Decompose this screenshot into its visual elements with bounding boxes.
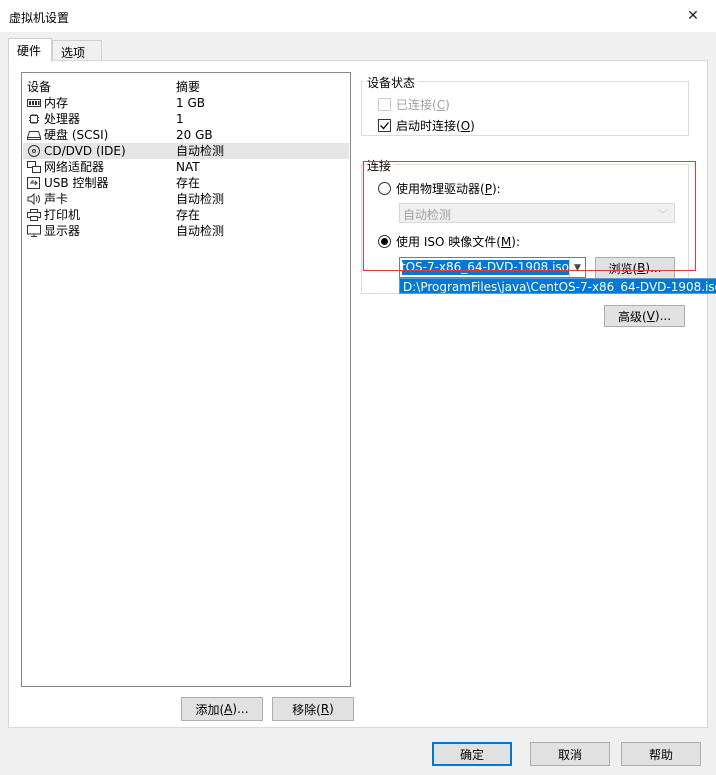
device-row-hard-disk[interactable]: 硬盘 (SCSI) 20 GB bbox=[23, 127, 349, 143]
printer-icon bbox=[27, 209, 41, 221]
remove-device-button[interactable]: 移除(R) bbox=[272, 697, 354, 721]
processor-icon bbox=[29, 114, 39, 124]
device-name: 打印机 bbox=[44, 208, 81, 222]
checkbox-checked bbox=[378, 119, 391, 132]
device-summary: 自动检测 bbox=[176, 192, 225, 206]
device-name: 声卡 bbox=[44, 192, 69, 206]
device-list-header: 设备 摘要 bbox=[23, 79, 349, 95]
device-summary: NAT bbox=[176, 160, 200, 174]
connected-checkbox: 已连接(C) bbox=[378, 96, 450, 113]
chevron-down-icon: ﹀ bbox=[658, 210, 668, 221]
use-iso-image-radio[interactable]: 使用 ISO 映像文件(M): bbox=[378, 233, 520, 250]
device-summary: 1 GB bbox=[176, 96, 205, 110]
sound-card-icon bbox=[27, 193, 40, 205]
close-icon[interactable]: ✕ bbox=[670, 0, 716, 32]
device-row-printer[interactable]: 打印机 存在 bbox=[23, 207, 349, 223]
check-mark-icon bbox=[380, 122, 389, 130]
use-physical-drive-radio[interactable]: 使用物理驱动器(P): bbox=[378, 180, 501, 197]
memory-icon bbox=[27, 99, 41, 107]
device-row-network-adapter[interactable]: 网络适配器 NAT bbox=[23, 159, 349, 175]
device-name: 内存 bbox=[44, 96, 69, 110]
device-name: 显示器 bbox=[44, 224, 81, 238]
browse-button[interactable]: 浏览(B)... bbox=[595, 257, 675, 279]
iso-path-combobox[interactable]: D:\ProgramFiles\java\CentOS-7-x86_64-DVD… bbox=[399, 257, 586, 278]
column-header-device[interactable]: 设备 bbox=[27, 79, 51, 95]
window-title: 虚拟机设置 bbox=[9, 11, 70, 25]
connect-at-power-on-checkbox[interactable]: 启动时连接(O) bbox=[378, 117, 475, 134]
device-name: 处理器 bbox=[44, 112, 81, 126]
checkbox-unchecked bbox=[378, 98, 391, 111]
device-list[interactable]: 设备 摘要 内存 1 GB 处理器 1 硬盘 (SCSI) 20 GB CD/D… bbox=[21, 72, 351, 687]
device-status-legend: 设备状态 bbox=[364, 74, 419, 91]
hard-disk-icon bbox=[27, 131, 41, 140]
device-row-display[interactable]: 显示器 自动检测 bbox=[23, 223, 349, 239]
radio-selected bbox=[378, 235, 391, 248]
column-header-summary[interactable]: 摘要 bbox=[176, 79, 200, 95]
device-summary: 存在 bbox=[176, 176, 201, 190]
device-row-sound-card[interactable]: 声卡 自动检测 bbox=[23, 191, 349, 207]
physical-drive-select: 自动检测 ﹀ bbox=[399, 203, 675, 223]
dropdown-arrow-icon[interactable]: ▼ bbox=[569, 258, 585, 277]
device-summary: 自动检测 bbox=[176, 224, 225, 238]
cd-dvd-icon bbox=[28, 145, 40, 157]
device-name: USB 控制器 bbox=[44, 176, 109, 190]
radio-unselected bbox=[378, 182, 391, 195]
iso-dropdown-item[interactable]: D:\ProgramFiles\java\CentOS-7-x86_64-DVD… bbox=[399, 278, 716, 294]
usb-controller-icon bbox=[27, 177, 40, 189]
title-bar: 虚拟机设置 ✕ bbox=[0, 0, 716, 32]
advanced-button[interactable]: 高级(V)... bbox=[604, 305, 685, 327]
add-device-button[interactable]: 添加(A)... bbox=[181, 697, 263, 721]
device-name: CD/DVD (IDE) bbox=[44, 144, 126, 158]
device-name: 硬盘 (SCSI) bbox=[44, 128, 109, 142]
tab-options[interactable]: 选项 bbox=[52, 40, 102, 62]
device-summary: 20 GB bbox=[176, 128, 213, 142]
device-row-memory[interactable]: 内存 1 GB bbox=[23, 95, 349, 111]
device-name: 网络适配器 bbox=[44, 160, 105, 174]
device-summary: 1 bbox=[176, 112, 184, 126]
device-summary: 存在 bbox=[176, 208, 201, 222]
device-row-processor[interactable]: 处理器 1 bbox=[23, 111, 349, 127]
device-summary: 自动检测 bbox=[176, 144, 225, 158]
tab-panel: 设备 摘要 内存 1 GB 处理器 1 硬盘 (SCSI) 20 GB CD/D… bbox=[8, 60, 716, 728]
tab-hardware[interactable]: 硬件 bbox=[8, 38, 52, 62]
device-row-usb-controller[interactable]: USB 控制器 存在 bbox=[23, 175, 349, 191]
cancel-button[interactable]: 取消 bbox=[530, 742, 610, 766]
connection-legend: 连接 bbox=[364, 157, 395, 174]
display-icon bbox=[27, 225, 41, 237]
help-button[interactable]: 帮助 bbox=[621, 742, 701, 766]
iso-path-value[interactable]: D:\ProgramFiles\java\CentOS-7-x86_64-DVD… bbox=[402, 260, 569, 275]
ok-button[interactable]: 确定 bbox=[432, 742, 512, 766]
network-adapter-icon bbox=[27, 161, 41, 173]
device-row-cd-dvd[interactable]: CD/DVD (IDE) 自动检测 bbox=[23, 143, 349, 159]
